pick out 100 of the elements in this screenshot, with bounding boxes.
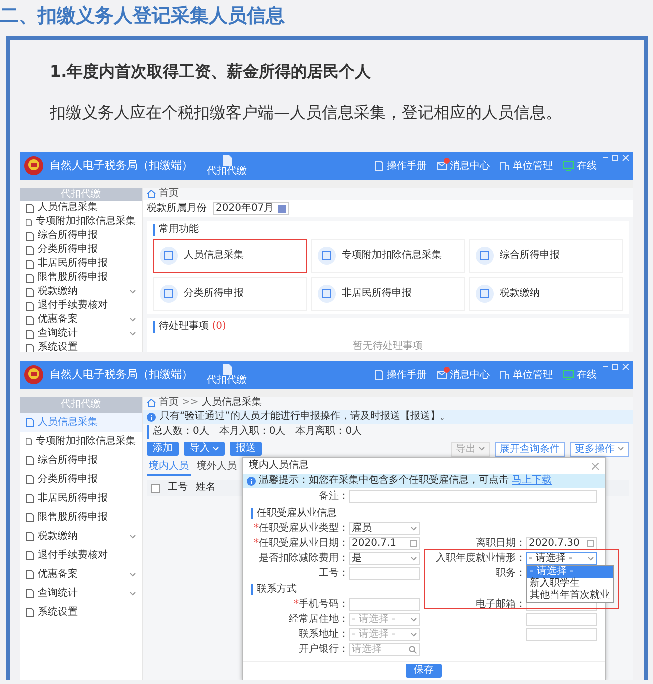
card-title: 税款缴纳 <box>500 288 540 300</box>
card-title: 专项附加扣除信息采集 <box>342 250 442 262</box>
dropdown-option[interactable]: 新入职学生 <box>527 578 613 590</box>
header-link[interactable]: 消息中心 <box>437 368 490 382</box>
form-icon <box>160 285 178 303</box>
column-header: 工号 <box>168 482 188 494</box>
date-field[interactable]: 2020.7.1 <box>349 537 420 550</box>
sidebar-item[interactable]: 限售股所得申报 <box>20 508 142 527</box>
sidebar-item[interactable]: 税款缴纳 <box>20 527 142 546</box>
save-button[interactable]: 保存 <box>406 664 442 678</box>
document-icon <box>26 437 32 446</box>
function-card[interactable]: 非居民所得申报 <box>311 277 465 311</box>
home-icon <box>147 399 156 407</box>
breadcrumb-link[interactable]: 首页 <box>159 188 179 200</box>
function-card[interactable]: 税款缴纳 <box>469 277 623 311</box>
action-button[interactable]: 报送 <box>230 442 262 456</box>
dropdown-option[interactable]: - 请选择 - <box>527 566 613 578</box>
sidebar-item[interactable]: 系统设置 <box>20 603 142 622</box>
building-icon <box>500 370 510 380</box>
select-field[interactable]: 雇员 <box>349 522 420 535</box>
field-value: - 请选择 - <box>529 554 573 564</box>
field-value: 是 <box>352 554 362 564</box>
function-card[interactable]: 综合所得申报 <box>469 239 623 273</box>
sidebar-item[interactable]: 限售股所得申报 <box>20 271 142 285</box>
header-link[interactable]: 单位管理 <box>500 368 553 382</box>
chevron-icon <box>411 618 417 622</box>
document-icon <box>26 494 34 503</box>
sidebar-item[interactable]: 分类所得申报 <box>20 470 142 489</box>
sidebar-item[interactable]: 非居民所得申报 <box>20 257 142 271</box>
input-field[interactable] <box>526 628 597 641</box>
card-title: 人员信息采集 <box>184 250 244 262</box>
sidebar-item[interactable]: 查询统计 <box>20 584 142 603</box>
document-icon <box>26 513 34 522</box>
sidebar-item[interactable]: 退付手续费核对 <box>20 546 142 565</box>
input-field[interactable] <box>349 567 420 580</box>
document-icon <box>375 370 384 380</box>
field-label: 职务： <box>495 568 526 580</box>
tip-text: 温馨提示：如您在采集中包含多个任职受雇信息，可点击 <box>259 475 509 487</box>
sidebar-item[interactable]: 税款缴纳 <box>20 285 142 299</box>
emblem-icon <box>24 156 44 176</box>
field-placeholder: - 请选择 - <box>352 614 396 624</box>
info-icon <box>147 412 156 422</box>
header-link[interactable]: 消息中心 <box>437 159 490 173</box>
function-card[interactable]: 分类所得申报 <box>153 277 307 311</box>
form-icon <box>318 285 336 303</box>
document-icon <box>26 608 34 617</box>
sidebar-item[interactable]: 综合所得申报 <box>20 229 142 243</box>
sidebar-item[interactable]: 退付手续费核对 <box>20 299 142 313</box>
breadcrumb-link[interactable]: 首页 <box>159 397 179 409</box>
header-link[interactable]: 操作手册 <box>375 368 427 382</box>
document-icon <box>26 589 34 598</box>
sidebar-item[interactable]: 优惠备案 <box>20 565 142 584</box>
field-placeholder: - 请选择 - <box>352 630 396 640</box>
card-title: 分类所得申报 <box>184 288 244 300</box>
function-card[interactable]: 专项附加扣除信息采集 <box>311 239 465 273</box>
action-button[interactable]: 导入 <box>184 442 225 456</box>
action-button[interactable]: 更多操作 <box>570 442 629 456</box>
date-field[interactable]: 2020.7.30 <box>526 537 597 550</box>
document-icon <box>222 155 232 166</box>
sidebar-item[interactable]: 分类所得申报 <box>20 243 142 257</box>
month-select[interactable]: 2020年07月 <box>213 202 290 215</box>
action-button[interactable]: 添加 <box>147 442 179 456</box>
sidebar-item[interactable]: 非居民所得申报 <box>20 489 142 508</box>
field-label: 经常居住地： <box>288 614 349 626</box>
header-link[interactable]: 单位管理 <box>500 159 553 173</box>
action-button[interactable]: 展开查询条件 <box>495 442 565 456</box>
toolbar-button[interactable]: 代扣代缴 <box>207 364 247 386</box>
tab[interactable]: 境外人员 <box>195 460 239 476</box>
chevron-icon <box>411 556 417 560</box>
sidebar-item[interactable]: 系统设置 <box>20 341 142 352</box>
sidebar-item[interactable]: 查询统计 <box>20 327 142 341</box>
close-icon[interactable] <box>592 462 599 470</box>
app-title: 自然人电子税务局（扣缴端） <box>50 160 193 172</box>
select-field[interactable]: - 请选择 - <box>526 552 597 565</box>
sidebar-item[interactable]: 综合所得申报 <box>20 451 142 470</box>
select-field[interactable]: 是 <box>349 552 420 565</box>
chevron-icon <box>618 447 624 451</box>
info-icon <box>247 476 256 486</box>
function-card[interactable]: 人员信息采集 <box>153 239 307 273</box>
dropdown-option[interactable]: 其他当年首次就业 <box>527 590 613 602</box>
input-field[interactable] <box>349 490 597 503</box>
header-link[interactable]: 操作手册 <box>375 159 427 173</box>
window-controls-icon[interactable] <box>603 155 629 161</box>
header-link[interactable]: 在线 <box>563 368 597 382</box>
header-link[interactable]: 在线 <box>563 159 597 173</box>
input-field[interactable] <box>349 598 420 611</box>
sidebar-item[interactable]: 专项附加扣除信息采集 <box>20 432 142 451</box>
toolbar-button[interactable]: 代扣代缴 <box>207 155 247 177</box>
pending-count: (0) <box>212 321 226 332</box>
breadcrumb-link[interactable]: 人员信息采集 <box>202 397 262 409</box>
sidebar-item[interactable]: 人员信息采集 <box>20 201 142 215</box>
input-field[interactable] <box>526 613 597 626</box>
window-controls-icon[interactable] <box>603 364 629 370</box>
section-title: 任职受雇从业信息 <box>251 508 597 519</box>
sidebar-item[interactable]: 专项附加扣除信息采集 <box>20 215 142 229</box>
checkbox[interactable] <box>151 484 160 492</box>
search-icon <box>409 646 417 654</box>
document-icon <box>222 364 232 375</box>
dialog-title: 境内人员信息 <box>249 460 309 472</box>
sidebar-item[interactable]: 优惠备案 <box>20 313 142 327</box>
